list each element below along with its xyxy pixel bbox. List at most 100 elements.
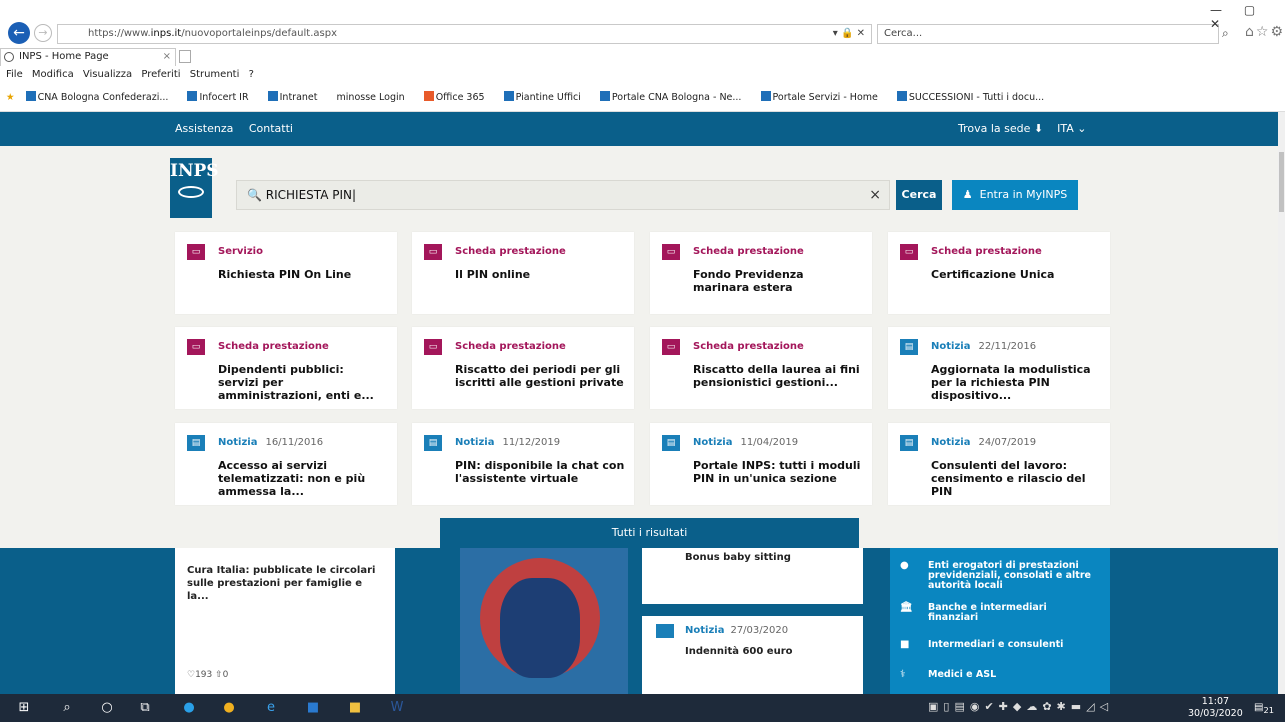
nav-assistenza[interactable]: Assistenza — [175, 122, 233, 135]
result-category: Scheda prestazione — [455, 341, 566, 352]
fav-item[interactable]: Intranet — [267, 91, 326, 103]
nav-contatti[interactable]: Contatti — [249, 122, 293, 135]
cortana-icon[interactable]: ○ — [98, 699, 116, 717]
browser-search-input[interactable]: Cerca... — [877, 24, 1219, 44]
address-bar[interactable]: https://www.inps.it/nuovoportaleinps/def… — [57, 24, 872, 44]
fav-item[interactable]: minosse Login — [337, 92, 413, 103]
menu-preferiti[interactable]: Preferiti — [141, 69, 180, 80]
result-date: 16/11/2016 — [265, 437, 324, 448]
menu-help[interactable]: ? — [249, 69, 254, 80]
search-result-card[interactable]: ▤ Notizia 24/07/2019 Consulenti del lavoro:… — [888, 423, 1110, 505]
fav-item[interactable]: Portale CNA Bologna - Ne... — [599, 91, 750, 103]
fav-item[interactable]: Piantine Uffici — [503, 91, 589, 103]
result-title[interactable]: Accesso ai servizi telematizzati: non e … — [218, 459, 388, 498]
notifications-icon[interactable]: ▤21 — [1254, 699, 1274, 717]
nav-trova-sede[interactable]: Trova la sede ⬇ — [958, 122, 1043, 135]
bonus-card[interactable]: Bonus baby sitting — [642, 548, 863, 604]
forward-button[interactable]: → — [34, 24, 52, 42]
result-title[interactable]: Consulenti del lavoro: censimento e rila… — [931, 459, 1101, 498]
category-label: Notizia — [693, 437, 733, 448]
edge-icon[interactable]: ● — [180, 699, 198, 717]
address-bar-icons[interactable]: ▾ 🔒 ✕ — [833, 25, 865, 43]
task-view-icon[interactable]: ⧉ — [136, 699, 154, 717]
clear-search-icon[interactable]: × — [869, 181, 881, 209]
prestazione-icon: ▭ — [900, 244, 918, 260]
menu-file[interactable]: File — [6, 69, 23, 80]
fav-item[interactable]: Infocert IR — [187, 91, 256, 103]
news-card[interactable]: Cura Italia: pubblicate le circolari sul… — [175, 548, 395, 694]
language-select[interactable]: ITA ⌄ — [1057, 122, 1086, 135]
search-result-card[interactable]: ▤ Notizia 22/11/2016 Aggiornata la modulist… — [888, 327, 1110, 409]
back-button[interactable]: ← — [8, 22, 30, 44]
page-scrollbar[interactable] — [1278, 112, 1285, 694]
menu-visualizza[interactable]: Visualizza — [83, 69, 132, 80]
clock-date: 30/03/2020 — [1188, 708, 1243, 719]
audience-item-enti[interactable]: ● Enti erogatori di prestazioni previdenz… — [900, 560, 1098, 591]
category-label: Scheda prestazione — [931, 246, 1042, 257]
windows-start-icon[interactable]: ⊞ — [15, 699, 33, 717]
result-title[interactable]: Il PIN online — [455, 268, 625, 281]
briefcase-icon: ■ — [900, 639, 910, 650]
audience-label: Enti erogatori di prestazioni previdenzi… — [928, 560, 1091, 591]
prestazione-icon: ▭ — [662, 339, 680, 355]
category-label: Notizia — [931, 341, 971, 352]
site-search-input[interactable]: 🔍 RICHIESTA PIN| × — [236, 180, 890, 210]
entra-myinps-button[interactable]: ♟ Entra in MyINPS — [952, 180, 1078, 210]
search-icon[interactable]: ⌕ — [58, 699, 76, 717]
audience-item-medici[interactable]: ⚕ Medici e ASL — [900, 670, 1098, 680]
file-explorer-icon[interactable]: ■ — [346, 699, 364, 717]
search-result-card[interactable]: ▤ Notizia 11/12/2019 PIN: disponibile la ch… — [412, 423, 634, 505]
search-result-card[interactable]: ▤ Notizia 11/04/2019 Portale INPS: tutti i … — [650, 423, 872, 505]
fav-item[interactable]: Portale Servizi - Home — [760, 91, 886, 103]
search-result-card[interactable]: ▭ Scheda prestazione Dipendenti pubblici: … — [175, 327, 397, 409]
search-result-card[interactable]: ▭ Scheda prestazione Riscatto dei periodi … — [412, 327, 634, 409]
search-result-card[interactable]: ▤ Notizia 16/11/2016 Accesso ai servizi tel… — [175, 423, 397, 505]
text-cursor: | — [351, 188, 357, 202]
prestazione-icon: ▭ — [662, 244, 680, 260]
internet-explorer-icon[interactable]: e — [262, 699, 280, 717]
result-title[interactable]: Fondo Previdenza marinara estera — [693, 268, 863, 294]
favorites-star-icon[interactable]: ★ — [6, 92, 15, 103]
result-title[interactable]: Aggiornata la modulistica per la richies… — [931, 363, 1101, 402]
result-title[interactable]: Riscatto della laurea ai fini pensionist… — [693, 363, 863, 389]
taskbar-clock[interactable]: 11:07 30/03/2020 — [1188, 696, 1243, 720]
system-tray-icons[interactable]: ▣▯▤◉✔✚◆☁✿✱▬◿◁ — [928, 700, 1113, 713]
menu-strumenti[interactable]: Strumenti — [190, 69, 240, 80]
search-result-card[interactable]: ▭ Scheda prestazione Fondo Previdenza mari… — [650, 232, 872, 314]
fav-item[interactable]: Office 365 — [423, 91, 493, 103]
cerca-button[interactable]: Cerca — [896, 180, 942, 210]
prestazione-icon: ▭ — [187, 244, 205, 260]
search-result-card[interactable]: ▭ Servizio Richiesta PIN On Line — [175, 232, 397, 314]
tab-inps-home[interactable]: INPS - Home Page × — [0, 48, 176, 66]
audience-item-intermediari[interactable]: ■ Intermediari e consulenti — [900, 640, 1098, 650]
window-controls[interactable]: — ▢ ✕ — [1210, 3, 1285, 31]
result-category: Notizia 24/07/2019 — [931, 437, 1036, 448]
fav-item[interactable]: SUCCESSIONI - Tutti i docu... — [896, 91, 1052, 103]
fav-label: Portale Servizi - Home — [772, 92, 878, 103]
tab-title: INPS - Home Page — [19, 51, 109, 62]
inps-logo[interactable]: INPS — [170, 158, 219, 218]
search-result-card[interactable]: ▭ Scheda prestazione Certificazione Unica — [888, 232, 1110, 314]
fav-label: Portale CNA Bologna - Ne... — [611, 92, 742, 103]
search-result-card[interactable]: ▭ Scheda prestazione Riscatto della laurea… — [650, 327, 872, 409]
all-results-button[interactable]: Tutti i risultati — [440, 518, 859, 548]
result-title[interactable]: Riscatto dei periodi per gli iscritti al… — [455, 363, 625, 389]
chrome-icon[interactable]: ● — [220, 699, 238, 717]
news-card-indennita[interactable]: Notizia 27/03/2020 Indennità 600 euro — [642, 616, 863, 694]
audience-item-banche[interactable]: 🏛 Banche e intermediari finanziari — [900, 603, 1098, 623]
fav-item[interactable]: CNA Bologna Confederazi... — [25, 91, 177, 103]
scrollbar-thumb[interactable] — [1279, 152, 1284, 212]
search-result-card[interactable]: ▭ Scheda prestazione Il PIN online — [412, 232, 634, 314]
windows-taskbar: ⊞ ⌕ ○ ⧉ ● ● e ■ ■ W ▣▯▤◉✔✚◆☁✿✱▬◿◁ 11:07 3… — [0, 694, 1285, 722]
result-title[interactable]: PIN: disponibile la chat con l'assistent… — [455, 459, 625, 485]
result-title[interactable]: Dipendenti pubblici: servizi per amminis… — [218, 363, 388, 402]
menu-modifica[interactable]: Modifica — [32, 69, 74, 80]
result-title[interactable]: Certificazione Unica — [931, 268, 1101, 281]
tab-close-icon[interactable]: × — [163, 49, 171, 65]
outlook-icon[interactable]: ■ — [304, 699, 322, 717]
result-title[interactable]: Richiesta PIN On Line — [218, 268, 388, 281]
new-tab-button[interactable] — [179, 50, 191, 63]
word-icon[interactable]: W — [388, 699, 406, 717]
result-title[interactable]: Portale INPS: tutti i moduli PIN in un'u… — [693, 459, 863, 485]
result-category: Notizia 16/11/2016 — [218, 437, 323, 448]
